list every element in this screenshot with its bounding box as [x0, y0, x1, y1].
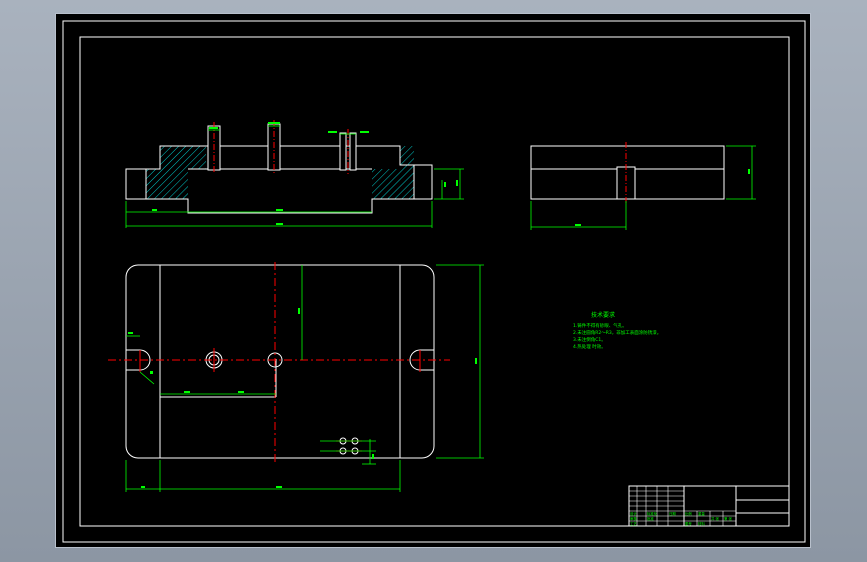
technical-notes: 技术要求 1.铸件不得有砂眼、气孔。 2.未注圆角R2～R3，非加工表面涂防锈漆…	[573, 311, 661, 350]
drawing-canvas: 技术要求 1.铸件不得有砂眼、气孔。 2.未注圆角R2～R3，非加工表面涂防锈漆…	[62, 20, 806, 543]
title-block-cell: 批准	[647, 516, 654, 521]
note-line-2: 2.未注圆角R2～R3，非加工表面涂防锈漆。	[573, 329, 661, 336]
note-line-4: 4.热处理 时效。	[573, 343, 606, 350]
title-block-cell: 工艺	[630, 521, 637, 526]
title-block-cell: 比例	[685, 511, 692, 516]
title-block-cell: 设计	[630, 511, 637, 516]
title-block-cell: 材料	[698, 521, 705, 526]
title-block-cell: 标准化	[647, 511, 658, 516]
notes-title: 技术要求	[591, 311, 615, 319]
title-block-cell: 第 张	[724, 516, 732, 521]
note-line-3: 3.未注倒角C1。	[573, 336, 606, 343]
front-section-view	[125, 120, 464, 228]
top-plan-view	[108, 262, 484, 492]
title-block-cell: 重量	[698, 511, 705, 516]
side-view	[530, 142, 756, 230]
title-block-cell: 图号	[685, 521, 692, 526]
note-line-1: 1.铸件不得有砂眼、气孔。	[573, 322, 627, 329]
title-block-cell: 审核	[630, 516, 637, 521]
plate-outline	[125, 264, 435, 459]
title-block-cell: 共 张	[711, 516, 719, 521]
title-block: 设计 审核 工艺 标准化 批准 日期 比例 重量 共 张 第 张 图号 材料	[628, 485, 790, 527]
cad-viewport[interactable]: 技术要求 1.铸件不得有砂眼、气孔。 2.未注圆角R2～R3，非加工表面涂防锈漆…	[55, 13, 811, 548]
title-block-cell: 日期	[669, 511, 676, 516]
